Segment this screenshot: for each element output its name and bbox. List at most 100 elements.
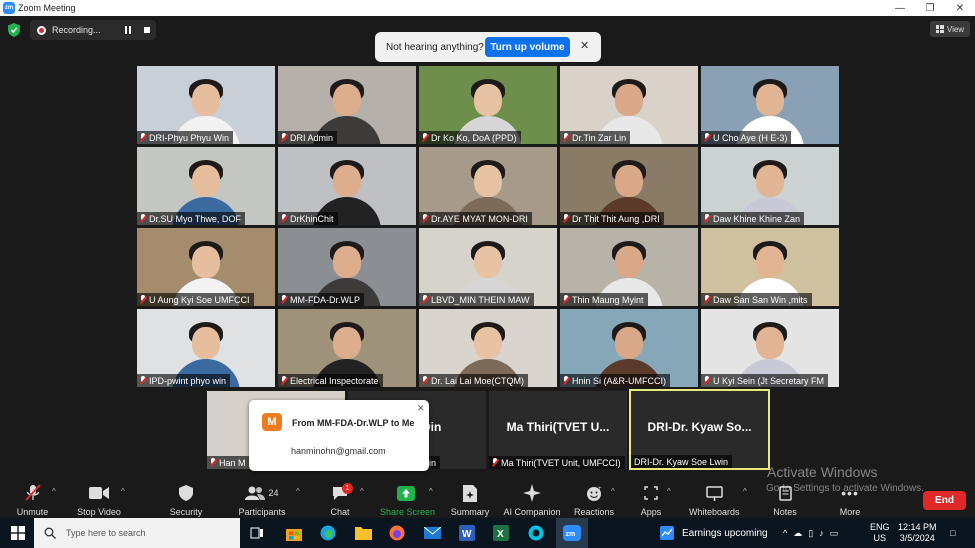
participants-options-caret[interactable]: ^: [296, 487, 300, 496]
participant-nametag: DRI Admin: [278, 131, 338, 144]
participant-nametag: LBVD_MIN THEIN MAW: [419, 293, 534, 306]
video-tile[interactable]: IPD-pwint phyo win: [137, 309, 275, 387]
muted-mic-icon: [422, 295, 428, 304]
muted-mic-icon: [563, 376, 569, 385]
battery-icon[interactable]: ▭: [830, 528, 839, 539]
video-tile[interactable]: Dr.AYE MYAT MON-DRI: [419, 147, 557, 225]
apps-button[interactable]: Apps: [637, 484, 665, 517]
svg-text:W: W: [462, 529, 472, 540]
video-tile[interactable]: LBVD_MIN THEIN MAW: [419, 228, 557, 306]
end-meeting-button[interactable]: End: [923, 491, 966, 510]
name-only-tile[interactable]: Ma Thiri(TVET U... Ma Thiri(TVET Unit, U…: [489, 391, 627, 469]
network-icon[interactable]: ▯: [808, 528, 813, 539]
security-button[interactable]: Security: [165, 484, 207, 517]
participant-nametag: Dr.SU Myo Thwe, DOF: [137, 212, 245, 225]
zoom-taskbar-icon[interactable]: zm: [556, 518, 588, 548]
video-tile[interactable]: U Kyi Sein (Jt Secretary FM: [701, 309, 839, 387]
video-tile[interactable]: Dr Thit Thit Aung ,DRI: [560, 147, 698, 225]
chat-options-caret[interactable]: ^: [360, 487, 364, 496]
view-label: View: [946, 24, 965, 34]
audio-options-caret[interactable]: ^: [52, 487, 56, 496]
webex-icon[interactable]: [526, 523, 546, 543]
show-hidden-icons[interactable]: ^: [783, 528, 787, 538]
edge-browser-icon[interactable]: [318, 523, 338, 543]
security-label: Security: [169, 507, 203, 517]
apps-options-caret[interactable]: ^: [667, 487, 671, 496]
video-tile[interactable]: U Aung Kyi Soe UMFCCI: [137, 228, 275, 306]
volume-icon[interactable]: ♪: [819, 528, 824, 538]
participants-button[interactable]: 24 Participants: [236, 484, 288, 517]
participant-name: DRI-Dr. Kyaw Soe Lwin: [634, 456, 729, 467]
more-button[interactable]: ••• More: [835, 484, 865, 517]
share-options-caret[interactable]: ^: [429, 487, 433, 496]
participant-nametag: Daw Khine Khine Zan: [701, 212, 805, 225]
video-tile[interactable]: Dr Ko Ko, DoA (PPD): [419, 66, 557, 144]
close-notification-icon[interactable]: ✕: [417, 403, 425, 414]
turn-up-volume-button[interactable]: Turn up volume: [485, 37, 570, 57]
onedrive-icon[interactable]: ☁: [793, 528, 802, 539]
video-tile[interactable]: Daw Khine Khine Zan: [701, 147, 839, 225]
search-placeholder: Type here to search: [66, 528, 146, 538]
video-tile[interactable]: Hnin Si (A&R-UMFCCI): [560, 309, 698, 387]
close-icon[interactable]: ✕: [945, 0, 975, 16]
muted-mic-icon: [281, 133, 287, 142]
video-tile[interactable]: Thin Maung Myint: [560, 228, 698, 306]
whiteboards-button[interactable]: Whiteboards: [689, 484, 740, 517]
svg-text:X: X: [497, 529, 504, 540]
clock[interactable]: 12:14 PM 3/5/2024: [898, 518, 937, 548]
summary-button[interactable]: Summary: [450, 484, 490, 517]
video-tile[interactable]: DrKhinChit: [278, 147, 416, 225]
audio-notice: Not hearing anything? Turn up volume ✕: [375, 32, 601, 62]
reactions-options-caret[interactable]: ^: [611, 487, 615, 496]
share-screen-button[interactable]: Share Screen: [380, 484, 435, 517]
language-indicator[interactable]: ENG US: [870, 518, 890, 548]
file-explorer-icon[interactable]: [353, 523, 373, 543]
mail-icon[interactable]: [422, 523, 442, 543]
participant-name: Daw San San Win ,mits: [713, 294, 808, 305]
maximize-icon[interactable]: ❐: [915, 0, 945, 16]
video-tile[interactable]: Daw San San Win ,mits: [701, 228, 839, 306]
whiteboards-options-caret[interactable]: ^: [743, 487, 747, 496]
taskbar-search-input[interactable]: Type here to search: [34, 518, 240, 548]
participants-label: Participants: [238, 507, 286, 517]
video-options-caret[interactable]: ^: [121, 487, 125, 496]
microsoft-store-icon[interactable]: [284, 523, 304, 543]
notes-button[interactable]: Notes: [770, 484, 800, 517]
video-tile[interactable]: Dr.Tin Zar Lin: [560, 66, 698, 144]
muted-mic-icon: [563, 133, 569, 142]
participant-name: Hnin Si (A&R-UMFCCI): [572, 375, 667, 386]
close-notice-icon[interactable]: ✕: [580, 39, 589, 52]
notifications-icon[interactable]: □: [950, 518, 955, 548]
svg-text:+: +: [598, 486, 602, 492]
active-speaker-tile[interactable]: DRI-Dr. Kyaw So... DRI-Dr. Kyaw Soe Lwin: [629, 389, 770, 470]
shield-check-icon[interactable]: [8, 23, 20, 37]
video-tile[interactable]: Electrical Inspectorate: [278, 309, 416, 387]
weather-widget[interactable]: Earnings upcoming: [660, 518, 768, 548]
stop-recording-icon[interactable]: [144, 27, 150, 33]
pause-recording-icon[interactable]: [124, 26, 132, 34]
excel-icon[interactable]: X: [491, 523, 511, 543]
word-icon[interactable]: W: [457, 523, 477, 543]
chat-notification[interactable]: M From MM-FDA-Dr.WLP to Me hanminohn@gma…: [249, 400, 429, 471]
unmute-button[interactable]: Unmute: [10, 484, 55, 517]
stop-video-label: Stop Video: [77, 507, 121, 517]
participant-nametag: Hnin Si (A&R-UMFCCI): [560, 374, 671, 387]
stop-video-button[interactable]: Stop Video: [75, 484, 123, 517]
video-tile[interactable]: MM-FDA-Dr.WLP: [278, 228, 416, 306]
chat-button[interactable]: 1 Chat: [323, 483, 357, 517]
video-tile[interactable]: DRI Admin: [278, 66, 416, 144]
participant-nametag: Thin Maung Myint: [560, 293, 648, 306]
region-code: US: [873, 533, 887, 543]
tile-display-name: Ma Thiri(TVET U...: [506, 420, 610, 434]
video-tile[interactable]: Dr.SU Myo Thwe, DOF: [137, 147, 275, 225]
firefox-icon[interactable]: [387, 523, 407, 543]
video-tile[interactable]: U Cho Aye (H E-3): [701, 66, 839, 144]
task-view-icon[interactable]: [247, 523, 267, 543]
reactions-button[interactable]: + Reactions: [574, 484, 614, 518]
ai-companion-button[interactable]: AI Companion: [502, 484, 562, 517]
view-button[interactable]: View: [930, 21, 970, 37]
windows-start-icon[interactable]: [8, 523, 28, 543]
video-tile[interactable]: DRI-Phyu Phyu Win: [137, 66, 275, 144]
video-tile[interactable]: Dr. Lai Lai Moe(CTQM): [419, 309, 557, 387]
minimize-icon[interactable]: —: [885, 0, 915, 16]
